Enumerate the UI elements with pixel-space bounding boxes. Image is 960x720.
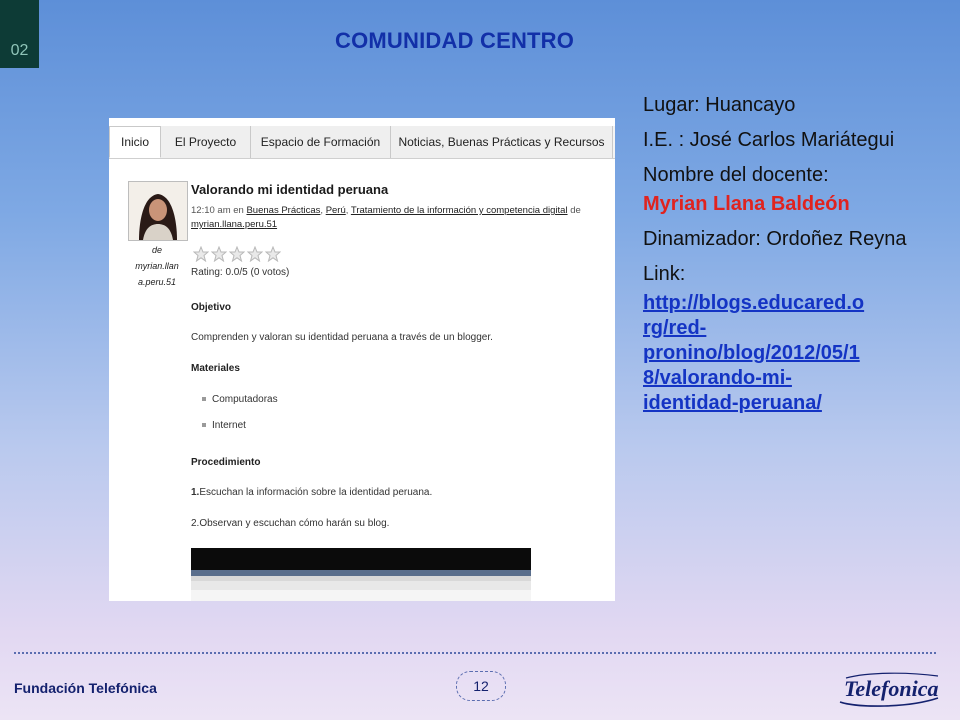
- slide-number: 02: [10, 42, 29, 59]
- category-link[interactable]: Tratamiento de la información y competen…: [351, 205, 568, 216]
- docente-name: Myrian Llana Baldeón: [643, 193, 850, 215]
- author-link[interactable]: myrian.llana.peru.51: [191, 219, 277, 230]
- list-item-label: Computadoras: [212, 394, 278, 405]
- meta-suffix: de: [567, 205, 581, 216]
- footer-divider: [14, 652, 936, 654]
- author-caption-line: a.peru.51: [137, 277, 177, 287]
- blog-nav-tabs: Inicio El Proyecto Espacio de Formación …: [109, 126, 615, 159]
- post-title[interactable]: Valorando mi identidad peruana: [191, 182, 388, 197]
- page-number: 12: [456, 671, 506, 701]
- blog-link-line: pronino/blog/2012/05/1: [643, 342, 860, 364]
- info-panel: Lugar: Huancayo I.E. : José Carlos Mariá…: [643, 93, 923, 416]
- procedimiento-heading: Procedimiento: [191, 457, 261, 468]
- author-caption-line: de: [151, 245, 162, 255]
- star-icon[interactable]: [193, 246, 209, 262]
- video-addressbar: [191, 590, 531, 601]
- author-avatar[interactable]: [128, 181, 188, 241]
- step-2: 2.Observan y escuchan cómo harán su blog…: [191, 518, 390, 529]
- page-number-text: 12: [473, 678, 489, 694]
- post-time: 12:10 am en: [191, 205, 247, 216]
- tab-inicio[interactable]: Inicio: [109, 126, 161, 158]
- video-thumbnail[interactable]: [191, 548, 531, 601]
- objetivo-text: Comprenden y valoran su identidad peruan…: [191, 332, 493, 343]
- blog-link-line: rg/red-: [643, 317, 707, 339]
- bullet-icon: [202, 423, 206, 428]
- category-link[interactable]: Buenas Prácticas: [246, 205, 320, 216]
- lugar-text: Lugar: Huancayo: [643, 94, 796, 116]
- dinamizador-text: Dinamizador: Ordoñez Reyna: [643, 228, 907, 250]
- author-caption-line: myrian.llan: [135, 261, 179, 271]
- rating-stars[interactable]: [193, 246, 281, 262]
- category-link[interactable]: Perú: [326, 205, 346, 216]
- video-toolbar: [191, 581, 531, 590]
- materiales-heading: Materiales: [191, 363, 240, 374]
- blog-screenshot: Inicio El Proyecto Espacio de Formación …: [109, 118, 615, 601]
- logo-text: Telefonica: [844, 676, 939, 701]
- objetivo-heading: Objetivo: [191, 302, 232, 313]
- star-icon[interactable]: [229, 246, 245, 262]
- docente-label: Nombre del docente:: [643, 164, 829, 186]
- blog-link[interactable]: http://blogs.educared.o rg/red- pronino/…: [643, 291, 911, 416]
- tab-espacio-formacion[interactable]: Espacio de Formación: [251, 126, 391, 158]
- slide-number-badge: 02: [0, 0, 39, 68]
- blog-link-line: identidad-peruana/: [643, 392, 822, 414]
- author-caption: de myrian.llan a.peru.51: [121, 242, 193, 290]
- blog-link-line: 8/valorando-mi-: [643, 367, 792, 389]
- star-icon[interactable]: [211, 246, 227, 262]
- tab-el-proyecto[interactable]: El Proyecto: [161, 126, 251, 158]
- list-item: Computadoras: [202, 394, 278, 405]
- tab-noticias[interactable]: Noticias, Buenas Prácticas y Recursos: [391, 126, 613, 158]
- list-item-label: Internet: [212, 420, 246, 431]
- telefonica-logo: Telefonica: [839, 672, 939, 707]
- star-icon[interactable]: [247, 246, 263, 262]
- list-item: Internet: [202, 420, 246, 431]
- step-1-text: Escuchan la información sobre la identid…: [199, 487, 433, 498]
- step-1: 1.Escuchan la información sobre la ident…: [191, 487, 432, 498]
- footer-text: Fundación Telefónica: [14, 680, 157, 696]
- star-icon[interactable]: [265, 246, 281, 262]
- link-label: Link:: [643, 263, 686, 285]
- slide-title: COMUNIDAD CENTRO: [335, 28, 575, 53]
- post-meta: 12:10 am en Buenas Prácticas, Perú, Trat…: [191, 205, 581, 230]
- blog-link-line: http://blogs.educared.o: [643, 292, 865, 314]
- rating-text: Rating: 0.0/5 (0 votos): [191, 267, 290, 278]
- bullet-icon: [202, 397, 206, 402]
- institucion-text: I.E. : José Carlos Mariátegui: [643, 129, 895, 151]
